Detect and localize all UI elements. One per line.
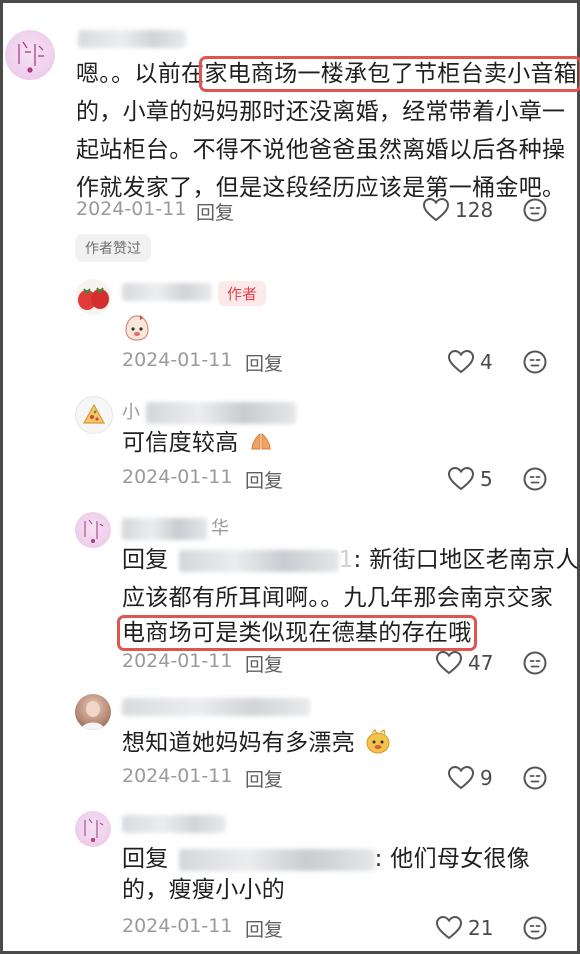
reply-button[interactable]: 回复 bbox=[196, 198, 234, 225]
like-button[interactable]: 4 bbox=[448, 350, 493, 374]
comment-date: 2024-01-11 bbox=[122, 349, 233, 371]
user-avatar[interactable] bbox=[75, 694, 111, 730]
user-avatar[interactable] bbox=[75, 512, 111, 548]
comment-text: 想知道她妈妈有多漂亮 bbox=[122, 724, 393, 762]
redacted-mention bbox=[178, 549, 339, 572]
comment-date: 2024-01-11 bbox=[122, 765, 233, 787]
react-emoji-icon[interactable] bbox=[523, 350, 547, 374]
redacted-username bbox=[122, 518, 207, 540]
comment-text-line: 嗯。。以前在 bbox=[76, 61, 205, 87]
comment-date: 2024-01-11 bbox=[76, 198, 187, 220]
react-emoji-icon[interactable] bbox=[523, 766, 547, 790]
username: 华 bbox=[122, 514, 229, 540]
username-visible-part: 华 bbox=[211, 518, 229, 539]
user-avatar[interactable] bbox=[75, 279, 111, 315]
comment-text-line: 的，瘦瘦小小的 bbox=[122, 877, 286, 903]
reply-button[interactable]: 回复 bbox=[245, 349, 283, 376]
reply-button[interactable]: 回复 bbox=[245, 915, 283, 942]
like-button[interactable]: 5 bbox=[448, 467, 493, 491]
like-count: 128 bbox=[455, 198, 494, 222]
comment-date: 2024-01-11 bbox=[122, 650, 233, 672]
highlighted-text: 家电商场一楼承包了节柜台卖小音箱 bbox=[199, 56, 580, 92]
reply-button[interactable]: 回复 bbox=[245, 765, 283, 792]
like-button[interactable]: 128 bbox=[423, 198, 493, 222]
like-count: 4 bbox=[480, 350, 493, 374]
comment-text-line: 应该都有所耳闻啊。。九几年那会南京交家 bbox=[122, 585, 554, 611]
reply-button[interactable]: 回复 bbox=[245, 650, 283, 677]
comment-text: 嗯。。以前在家电商场一楼承包了节柜台卖小音箱 bbox=[76, 55, 580, 93]
avatar-pizza-icon bbox=[82, 403, 106, 424]
comment-text-line: : 新街口地区老南京人 bbox=[353, 547, 579, 573]
avatar-calligraphy-icon bbox=[18, 41, 44, 73]
redacted-username bbox=[78, 30, 186, 48]
like-button[interactable]: 47 bbox=[436, 651, 493, 675]
comment-text-line: 想知道她妈妈有多漂亮 bbox=[122, 730, 355, 756]
like-button[interactable]: 9 bbox=[448, 766, 493, 790]
reply-prefix: 回复 bbox=[122, 846, 169, 872]
heart-icon bbox=[423, 198, 449, 222]
reply-button[interactable]: 回复 bbox=[245, 466, 283, 493]
comment-text: 可信度较高 bbox=[122, 424, 276, 462]
liked-by-author-badge: 作者赞过 bbox=[75, 234, 151, 262]
praying-hands-emoji-icon bbox=[251, 433, 271, 450]
heart-icon bbox=[448, 467, 474, 491]
username-visible-part: 小 bbox=[122, 402, 140, 423]
avatar-calligraphy-icon bbox=[84, 519, 104, 543]
smiling-character-emoji-icon bbox=[366, 728, 390, 754]
author-badge: 作者 bbox=[218, 281, 267, 306]
cute-character-emoji-icon bbox=[125, 315, 149, 341]
comment-text: 回复 1: 新街口地区老南京人 bbox=[122, 541, 579, 579]
comment-text-line: 起站柜台。不得不说他爸爸虽然离婚以后各种操 bbox=[76, 137, 566, 163]
redacted-username bbox=[122, 815, 226, 833]
comment-text-line: 可信度较高 bbox=[122, 430, 239, 456]
reply-prefix: 回复 bbox=[122, 547, 169, 573]
heart-icon bbox=[448, 350, 474, 374]
react-emoji-icon[interactable] bbox=[523, 198, 547, 222]
avatar-calligraphy-icon bbox=[84, 818, 104, 842]
comment-text-line: 的，小章的妈妈那时还没离婚，经常带着小章一 bbox=[76, 99, 566, 125]
heart-icon bbox=[448, 766, 474, 790]
heart-icon bbox=[436, 651, 462, 675]
user-avatar[interactable] bbox=[5, 30, 55, 80]
mention-tail: 1 bbox=[338, 547, 354, 573]
redacted-username bbox=[122, 283, 212, 301]
like-button[interactable]: 21 bbox=[436, 916, 493, 940]
comment-date: 2024-01-11 bbox=[122, 915, 233, 937]
like-count: 9 bbox=[480, 766, 493, 790]
user-avatar[interactable] bbox=[75, 396, 113, 434]
like-count: 5 bbox=[480, 467, 493, 491]
like-count: 21 bbox=[468, 916, 494, 940]
react-emoji-icon[interactable] bbox=[523, 916, 547, 940]
react-emoji-icon[interactable] bbox=[523, 467, 547, 491]
heart-icon bbox=[436, 916, 462, 940]
comment-text-line: : 他们母女很像 bbox=[374, 846, 531, 872]
highlighted-text: 电商场可是类似现在德基的存在哦 bbox=[117, 615, 477, 651]
comment-text-line: 电商场可是类似现在德基的存在哦 bbox=[117, 614, 477, 652]
redacted-username bbox=[146, 402, 296, 424]
react-emoji-icon[interactable] bbox=[523, 651, 547, 675]
avatar-photo-icon bbox=[81, 701, 105, 730]
comment-date: 2024-01-11 bbox=[122, 466, 233, 488]
username: 小 bbox=[122, 398, 296, 424]
avatar-strawberry-icon bbox=[78, 287, 109, 310]
redacted-mention bbox=[178, 848, 375, 871]
redacted-username bbox=[122, 698, 310, 716]
like-count: 47 bbox=[468, 651, 494, 675]
user-avatar[interactable] bbox=[75, 811, 111, 847]
